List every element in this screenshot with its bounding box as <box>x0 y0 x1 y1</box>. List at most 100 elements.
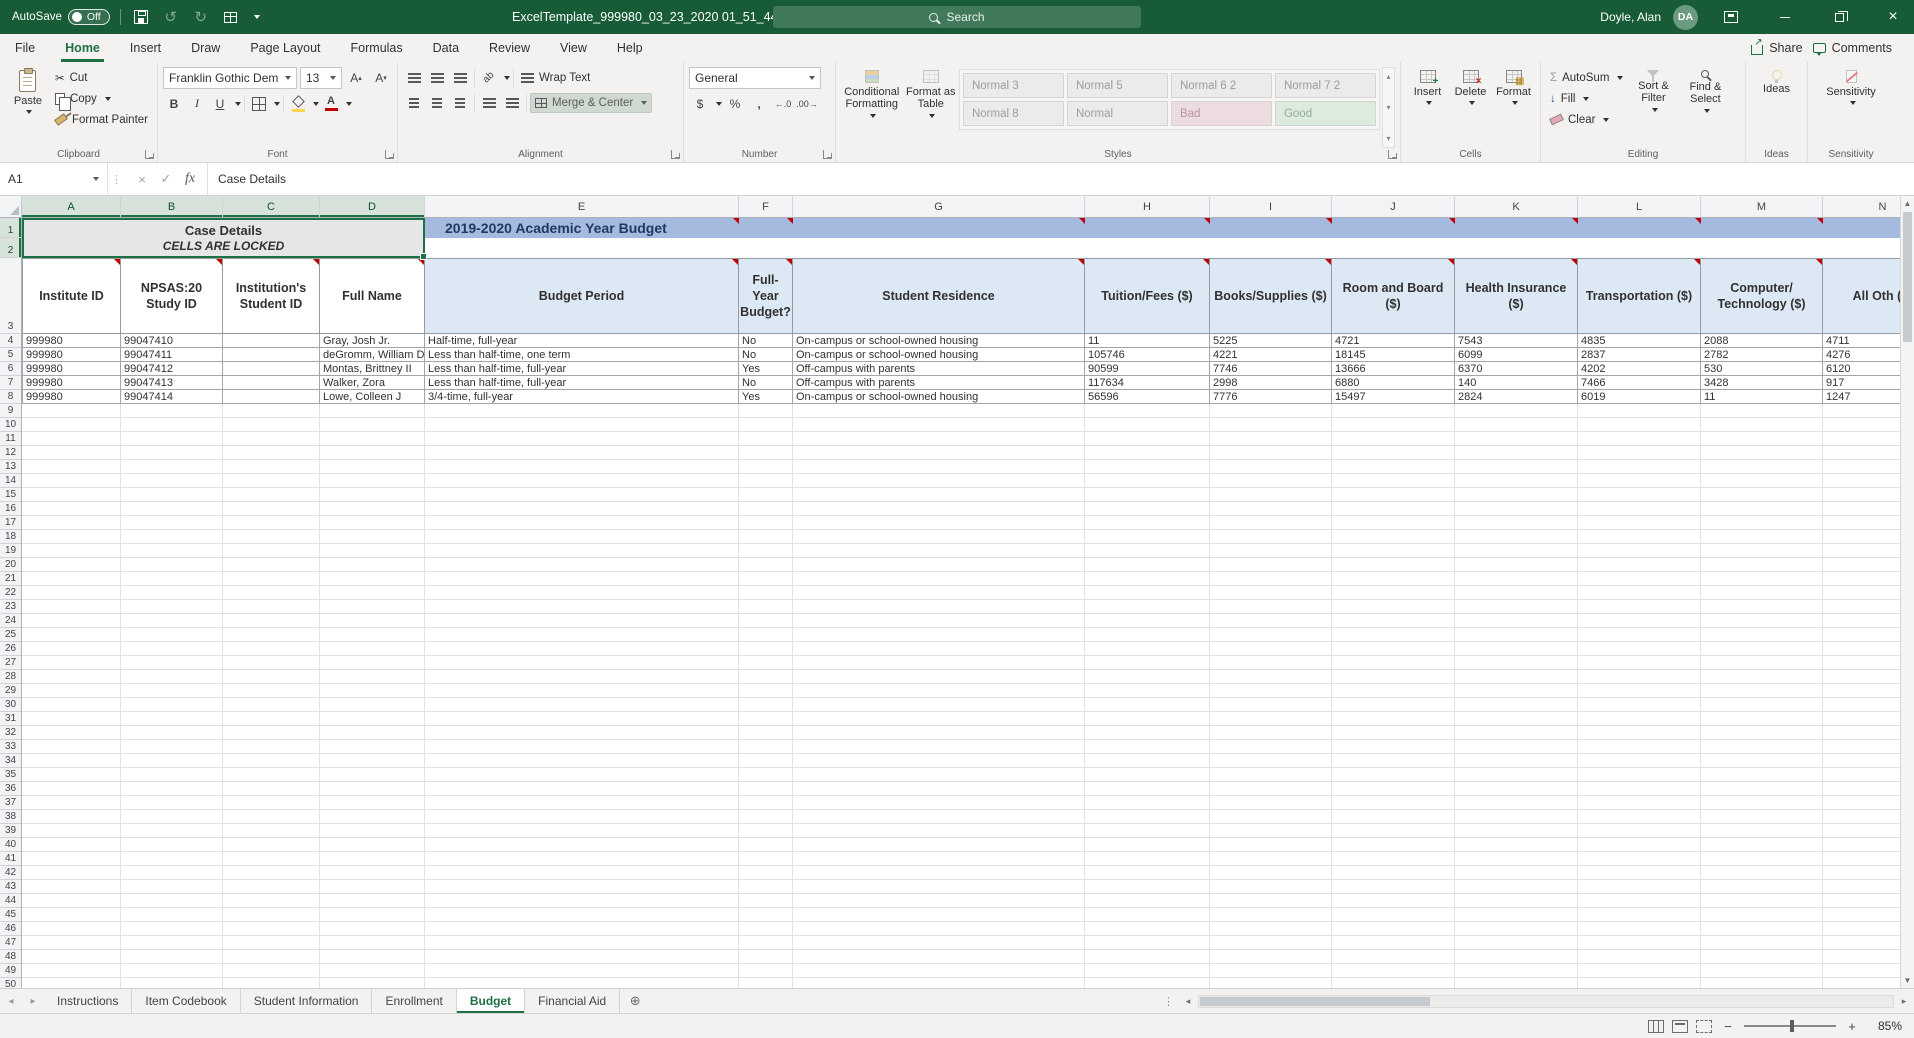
cell[interactable] <box>1701 838 1823 852</box>
cell[interactable] <box>739 866 793 880</box>
style-gallery-item-normal-8[interactable]: Normal 8 <box>963 101 1064 126</box>
cell[interactable] <box>1578 838 1701 852</box>
cell[interactable] <box>1701 614 1823 628</box>
cell[interactable] <box>1085 852 1210 866</box>
cell[interactable] <box>793 684 1085 698</box>
autosave-pill[interactable]: Off <box>68 9 110 25</box>
cell[interactable] <box>1085 614 1210 628</box>
font-color-caret-icon[interactable] <box>346 102 352 106</box>
cell[interactable] <box>1455 698 1578 712</box>
cell[interactable] <box>1085 978 1210 988</box>
cell[interactable] <box>223 488 320 502</box>
borders-caret-icon[interactable] <box>274 102 280 106</box>
cell[interactable] <box>223 978 320 988</box>
tab-file[interactable]: File <box>0 34 50 62</box>
data-cell[interactable]: 2782 <box>1701 348 1823 362</box>
cell[interactable] <box>1823 474 1900 488</box>
column-header-I[interactable]: I <box>1210 196 1332 217</box>
row-header-11[interactable]: 11 <box>0 432 21 446</box>
row-header-28[interactable]: 28 <box>0 670 21 684</box>
tab-formulas[interactable]: Formulas <box>336 34 418 62</box>
tab-view[interactable]: View <box>545 34 602 62</box>
cell[interactable] <box>1823 670 1900 684</box>
cell[interactable] <box>1578 712 1701 726</box>
cell[interactable] <box>320 544 425 558</box>
cell[interactable] <box>1455 684 1578 698</box>
cell[interactable] <box>1578 950 1701 964</box>
cell[interactable] <box>1210 824 1332 838</box>
cell[interactable] <box>425 656 739 670</box>
cell[interactable] <box>1578 670 1701 684</box>
cell[interactable] <box>739 810 793 824</box>
number-format-combo[interactable]: General <box>689 67 821 89</box>
cell[interactable] <box>1823 712 1900 726</box>
qat-customize-icon[interactable] <box>221 7 241 27</box>
cell[interactable] <box>1823 656 1900 670</box>
data-cell[interactable]: 6099 <box>1455 348 1578 362</box>
cell[interactable] <box>1210 432 1332 446</box>
cell[interactable] <box>1085 866 1210 880</box>
cell[interactable] <box>739 502 793 516</box>
cell[interactable] <box>1210 936 1332 950</box>
style-gallery-item-good[interactable]: Good <box>1275 101 1376 126</box>
cell[interactable] <box>320 670 425 684</box>
cell[interactable] <box>1085 922 1210 936</box>
cell[interactable] <box>1578 894 1701 908</box>
row-header-16[interactable]: 16 <box>0 502 21 516</box>
cell[interactable] <box>1823 530 1900 544</box>
cell[interactable] <box>1210 754 1332 768</box>
cell[interactable] <box>1823 558 1900 572</box>
cell[interactable] <box>425 978 739 988</box>
autosum-button[interactable]: ΣAutoSum <box>1546 67 1627 88</box>
cell[interactable] <box>1701 726 1823 740</box>
decrease-indent-icon[interactable] <box>478 92 500 113</box>
cell[interactable] <box>793 824 1085 838</box>
cell[interactable] <box>22 726 121 740</box>
cell[interactable] <box>1701 866 1823 880</box>
data-cell[interactable]: Off-campus with parents <box>793 376 1085 390</box>
cell[interactable] <box>223 502 320 516</box>
cell[interactable] <box>1823 684 1900 698</box>
formula-field[interactable]: Case Details <box>208 163 1914 195</box>
row-header-35[interactable]: 35 <box>0 768 21 782</box>
cell[interactable] <box>320 600 425 614</box>
cell[interactable] <box>1210 516 1332 530</box>
cell[interactable] <box>1578 600 1701 614</box>
row-header-34[interactable]: 34 <box>0 754 21 768</box>
cell[interactable] <box>1210 642 1332 656</box>
cell[interactable] <box>121 600 223 614</box>
cell[interactable] <box>1210 782 1332 796</box>
cell[interactable] <box>739 894 793 908</box>
cell[interactable] <box>739 880 793 894</box>
cell[interactable] <box>1332 530 1455 544</box>
cell[interactable] <box>739 782 793 796</box>
cell[interactable] <box>1332 964 1455 978</box>
cell[interactable] <box>1455 418 1578 432</box>
cell[interactable] <box>1701 544 1823 558</box>
horizontal-scrollbar-track[interactable] <box>1198 995 1894 1008</box>
cell[interactable] <box>1455 670 1578 684</box>
cell[interactable] <box>223 460 320 474</box>
row-header-47[interactable]: 47 <box>0 936 21 950</box>
cell[interactable] <box>1210 418 1332 432</box>
cell[interactable] <box>223 446 320 460</box>
cell[interactable] <box>223 768 320 782</box>
cell[interactable] <box>223 670 320 684</box>
cancel-icon[interactable]: × <box>131 168 153 190</box>
cell[interactable] <box>739 460 793 474</box>
cell[interactable] <box>1332 628 1455 642</box>
column-header-C[interactable]: C <box>223 196 320 217</box>
increase-font-size-icon[interactable]: A▴ <box>345 68 367 89</box>
cell[interactable] <box>1455 460 1578 474</box>
cell[interactable] <box>320 586 425 600</box>
cell[interactable] <box>1578 740 1701 754</box>
cell[interactable] <box>739 908 793 922</box>
cell[interactable] <box>1701 768 1823 782</box>
cell[interactable] <box>1085 642 1210 656</box>
cell[interactable] <box>1332 516 1455 530</box>
cell[interactable] <box>223 740 320 754</box>
cell[interactable] <box>1823 488 1900 502</box>
format-painter-button[interactable]: Format Painter <box>51 109 152 130</box>
cell[interactable] <box>1823 768 1900 782</box>
header-cell-J[interactable]: Room and Board ($) <box>1332 258 1455 334</box>
